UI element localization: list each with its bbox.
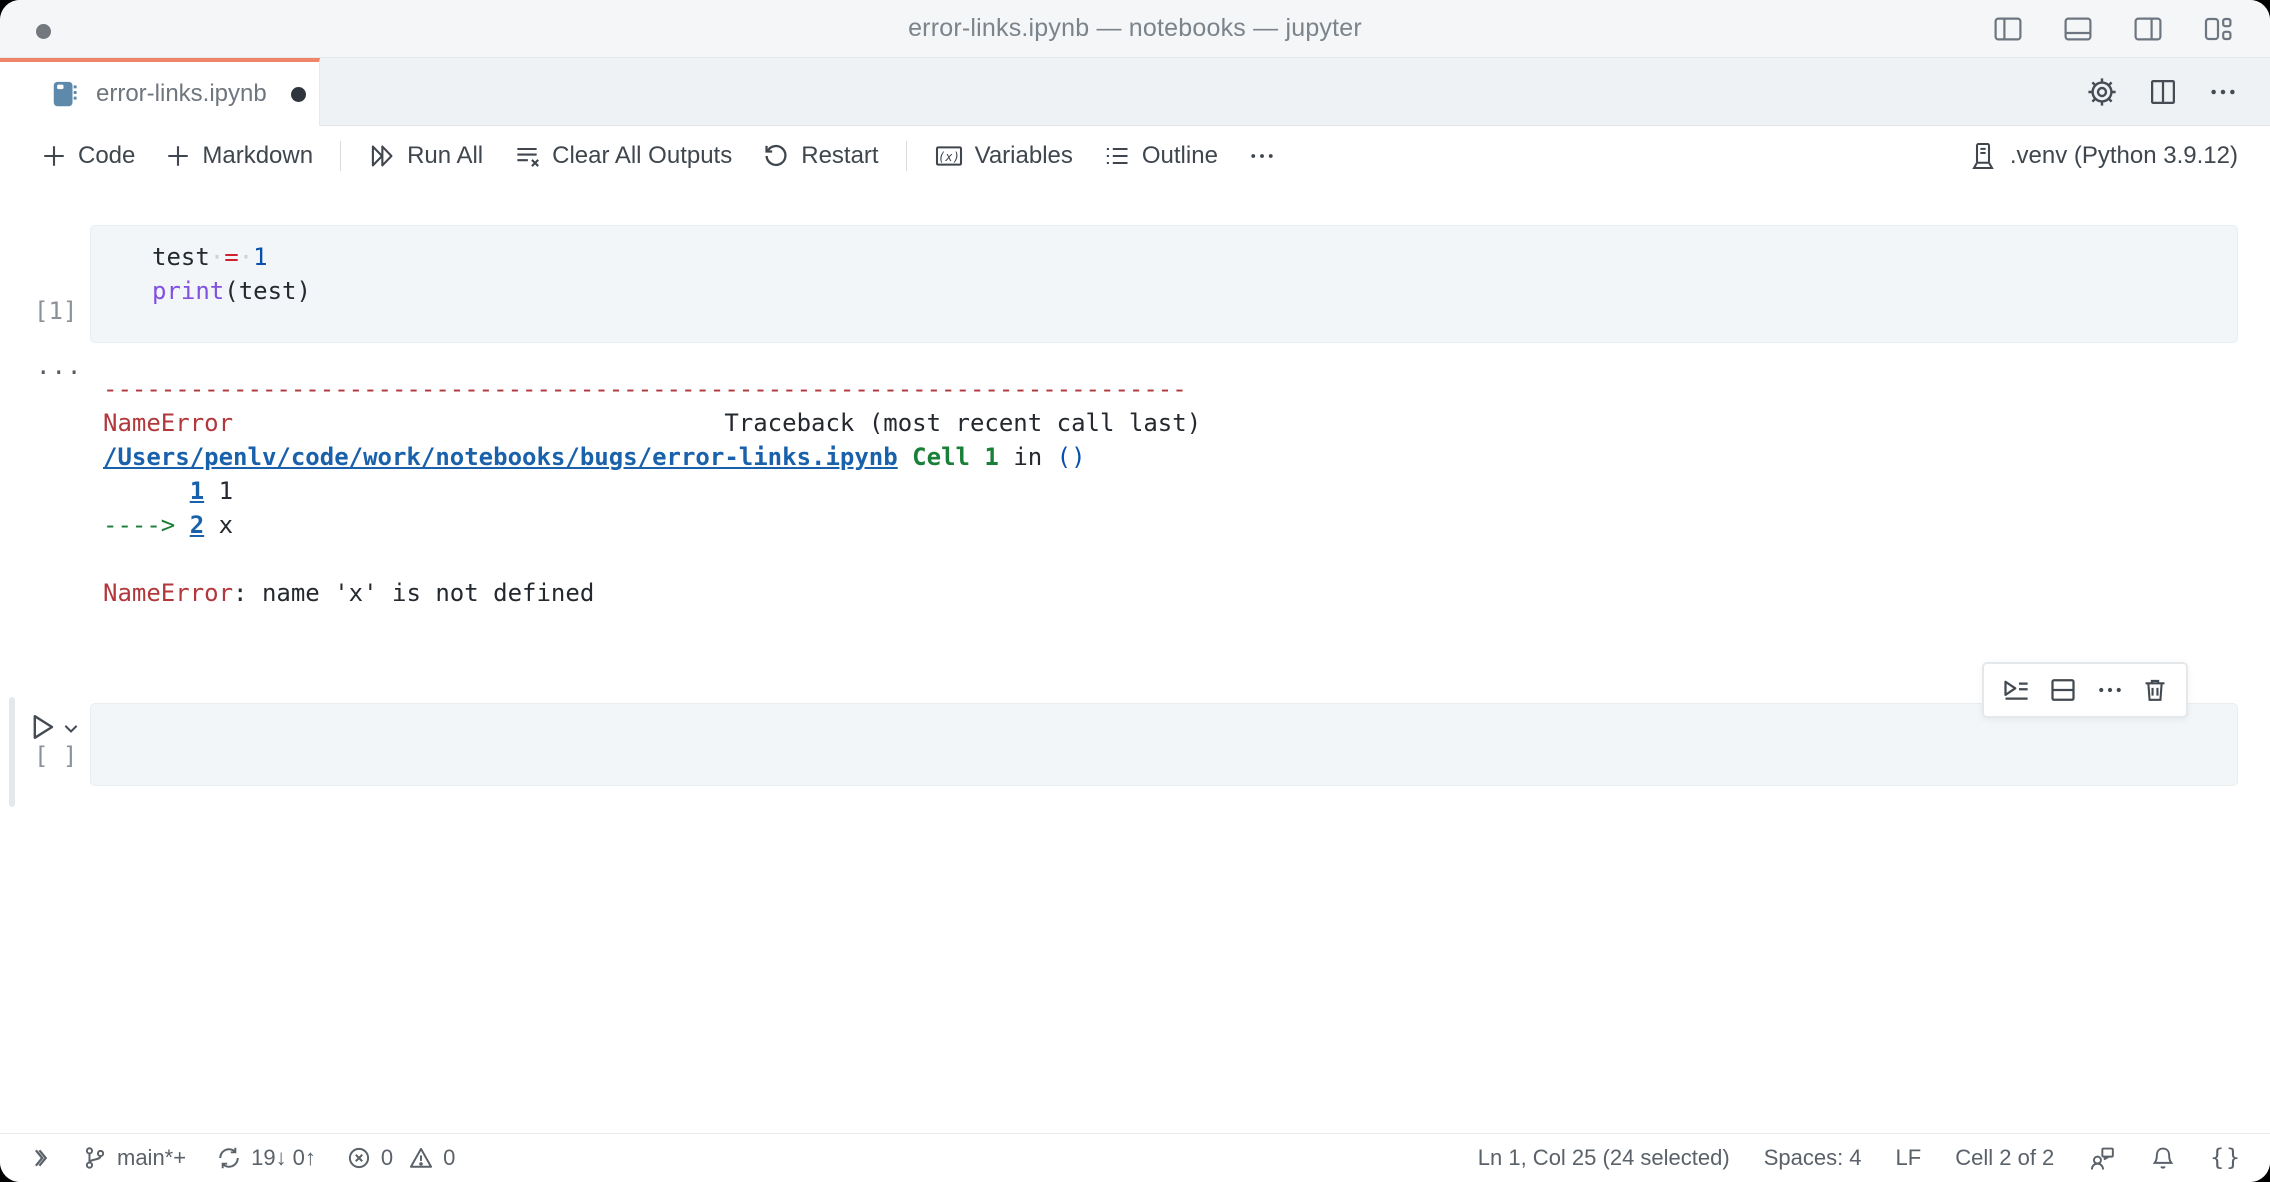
- run-cell-icon[interactable]: [26, 711, 58, 743]
- variables-icon: (x): [934, 141, 964, 171]
- errors-icon: [346, 1145, 372, 1171]
- code-cell-1[interactable]: [90, 225, 2238, 343]
- execution-count-cell-2: [ ]: [34, 742, 78, 770]
- more-icon[interactable]: [2096, 676, 2124, 704]
- titlebar-actions: [1992, 0, 2234, 58]
- clear-all-outputs-label: Clear All Outputs: [552, 142, 733, 169]
- bell-icon[interactable]: [2150, 1145, 2176, 1171]
- eol-setting[interactable]: LF: [1896, 1145, 1922, 1171]
- warnings-count: 0: [443, 1145, 456, 1170]
- notebook-icon: [50, 79, 80, 109]
- layout-sidebar-right-icon[interactable]: [2132, 13, 2164, 45]
- outline-label: Outline: [1141, 142, 1218, 169]
- add-code-label: Code: [78, 142, 136, 169]
- restart-label: Restart: [801, 142, 879, 169]
- layout-customize-icon[interactable]: [2202, 13, 2234, 45]
- notebook-toolbar: Code Markdown Run All Clear All Outputs: [0, 126, 2270, 186]
- cell-hover-toolbar: [1982, 662, 2188, 718]
- remote-indicator[interactable]: [24, 1144, 52, 1172]
- restart-icon: [762, 142, 790, 170]
- run-all-button[interactable]: Run All: [353, 134, 498, 178]
- cursor-position[interactable]: Ln 1, Col 25 (24 selected): [1478, 1145, 1730, 1171]
- tab-label: error-links.ipynb: [96, 80, 267, 107]
- title-bar: error-links.ipynb — notebooks — jupyter: [0, 0, 2270, 58]
- cell-focus-indicator: [9, 697, 15, 807]
- more-actions-icon[interactable]: [2208, 77, 2238, 107]
- outline-button[interactable]: Outline: [1088, 134, 1233, 178]
- layout-panel-icon[interactable]: [2062, 13, 2094, 45]
- chevron-down-icon[interactable]: [61, 719, 81, 739]
- add-markdown-label: Markdown: [202, 142, 314, 169]
- variables-button[interactable]: (x) Variables: [919, 134, 1088, 178]
- remote-icon: [24, 1144, 52, 1172]
- traceback-link-line[interactable]: /Users/penlv/code/work/notebooks/bugs/er…: [103, 440, 1201, 474]
- git-branch-icon: [82, 1145, 108, 1171]
- error-output: ----------------------------------------…: [103, 372, 1201, 610]
- status-bar-right: Ln 1, Col 25 (24 selected) Spaces: 4 LF …: [1478, 1144, 2242, 1172]
- split-editor-icon[interactable]: [2148, 77, 2178, 107]
- split-cell-icon[interactable]: [2048, 675, 2078, 705]
- kernel-picker[interactable]: .venv (Python 3.9.12): [1968, 141, 2244, 171]
- tab-strip: error-links.ipynb: [0, 58, 2270, 126]
- execution-count-cell-1: [1]: [34, 297, 78, 325]
- vscode-window: error-links.ipynb — notebooks — jupyter …: [0, 0, 2270, 1182]
- sync-icon: [216, 1145, 242, 1171]
- gear-icon[interactable]: [2086, 76, 2118, 108]
- problems-status[interactable]: 0 0: [346, 1145, 456, 1171]
- branch-label: main*+: [117, 1145, 187, 1170]
- errors-count: 0: [380, 1145, 394, 1170]
- toolbar-separator: [905, 141, 907, 171]
- kernel-icon: [1968, 141, 1998, 171]
- plus-icon: [165, 143, 191, 169]
- code-line: test·=·1: [152, 243, 268, 271]
- run-all-label: Run All: [407, 142, 484, 169]
- window-title: error-links.ipynb — notebooks — jupyter: [908, 14, 1362, 42]
- sync-label: 19↓ 0↑: [251, 1145, 316, 1170]
- kernel-label: .venv (Python 3.9.12): [2009, 142, 2238, 169]
- output-line: NameError: name 'x' is not defined: [103, 579, 595, 607]
- output-line: NameError Traceback (most recent call la…: [103, 409, 1202, 437]
- toolbar-separator: [340, 141, 342, 171]
- modified-dot[interactable]: [290, 86, 306, 102]
- toolbar-more-button[interactable]: [1233, 134, 1291, 178]
- code-cell-1-editor[interactable]: test·=·1 print(test): [152, 240, 311, 308]
- warnings-icon: [408, 1145, 434, 1171]
- svg-text:(x): (x): [938, 150, 960, 164]
- run-all-icon: [368, 142, 396, 170]
- status-bar: main*+ 19↓ 0↑ 0 0 Ln 1, Col 25 (24 selec…: [0, 1133, 2270, 1182]
- output-line[interactable]: ----> 2 x: [103, 508, 1201, 542]
- plus-icon: [41, 143, 67, 169]
- clear-outputs-icon: [513, 142, 541, 170]
- variables-label: Variables: [974, 142, 1073, 169]
- add-markdown-cell-button[interactable]: Markdown: [150, 134, 328, 178]
- outline-icon: [1103, 142, 1131, 170]
- ellipsis-icon: [1248, 142, 1276, 170]
- execute-below-icon[interactable]: [2001, 675, 2031, 705]
- restart-button[interactable]: Restart: [747, 134, 893, 178]
- clear-all-outputs-button[interactable]: Clear All Outputs: [498, 134, 747, 178]
- editor-actions: [320, 58, 2270, 126]
- output-line[interactable]: 1 1: [103, 474, 1201, 508]
- git-branch-status[interactable]: main*+: [82, 1145, 186, 1171]
- add-code-cell-button[interactable]: Code: [26, 134, 150, 178]
- indentation-setting[interactable]: Spaces: 4: [1764, 1145, 1862, 1171]
- output-gutter-ellipsis[interactable]: ...: [36, 352, 82, 380]
- traffic-light-icon[interactable]: [36, 24, 51, 39]
- code-line: print(test): [152, 277, 311, 305]
- code-cell-2[interactable]: [90, 703, 2238, 786]
- delete-icon[interactable]: [2141, 676, 2169, 704]
- layout-sidebar-left-icon[interactable]: [1992, 13, 2024, 45]
- output-line: ----------------------------------------…: [103, 375, 1187, 403]
- feedback-icon[interactable]: [2088, 1144, 2116, 1172]
- tab-error-links[interactable]: error-links.ipynb: [0, 58, 320, 126]
- cell-position[interactable]: Cell 2 of 2: [1955, 1145, 2054, 1171]
- sync-status[interactable]: 19↓ 0↑: [216, 1145, 316, 1171]
- braces-icon[interactable]: {}: [2210, 1145, 2242, 1171]
